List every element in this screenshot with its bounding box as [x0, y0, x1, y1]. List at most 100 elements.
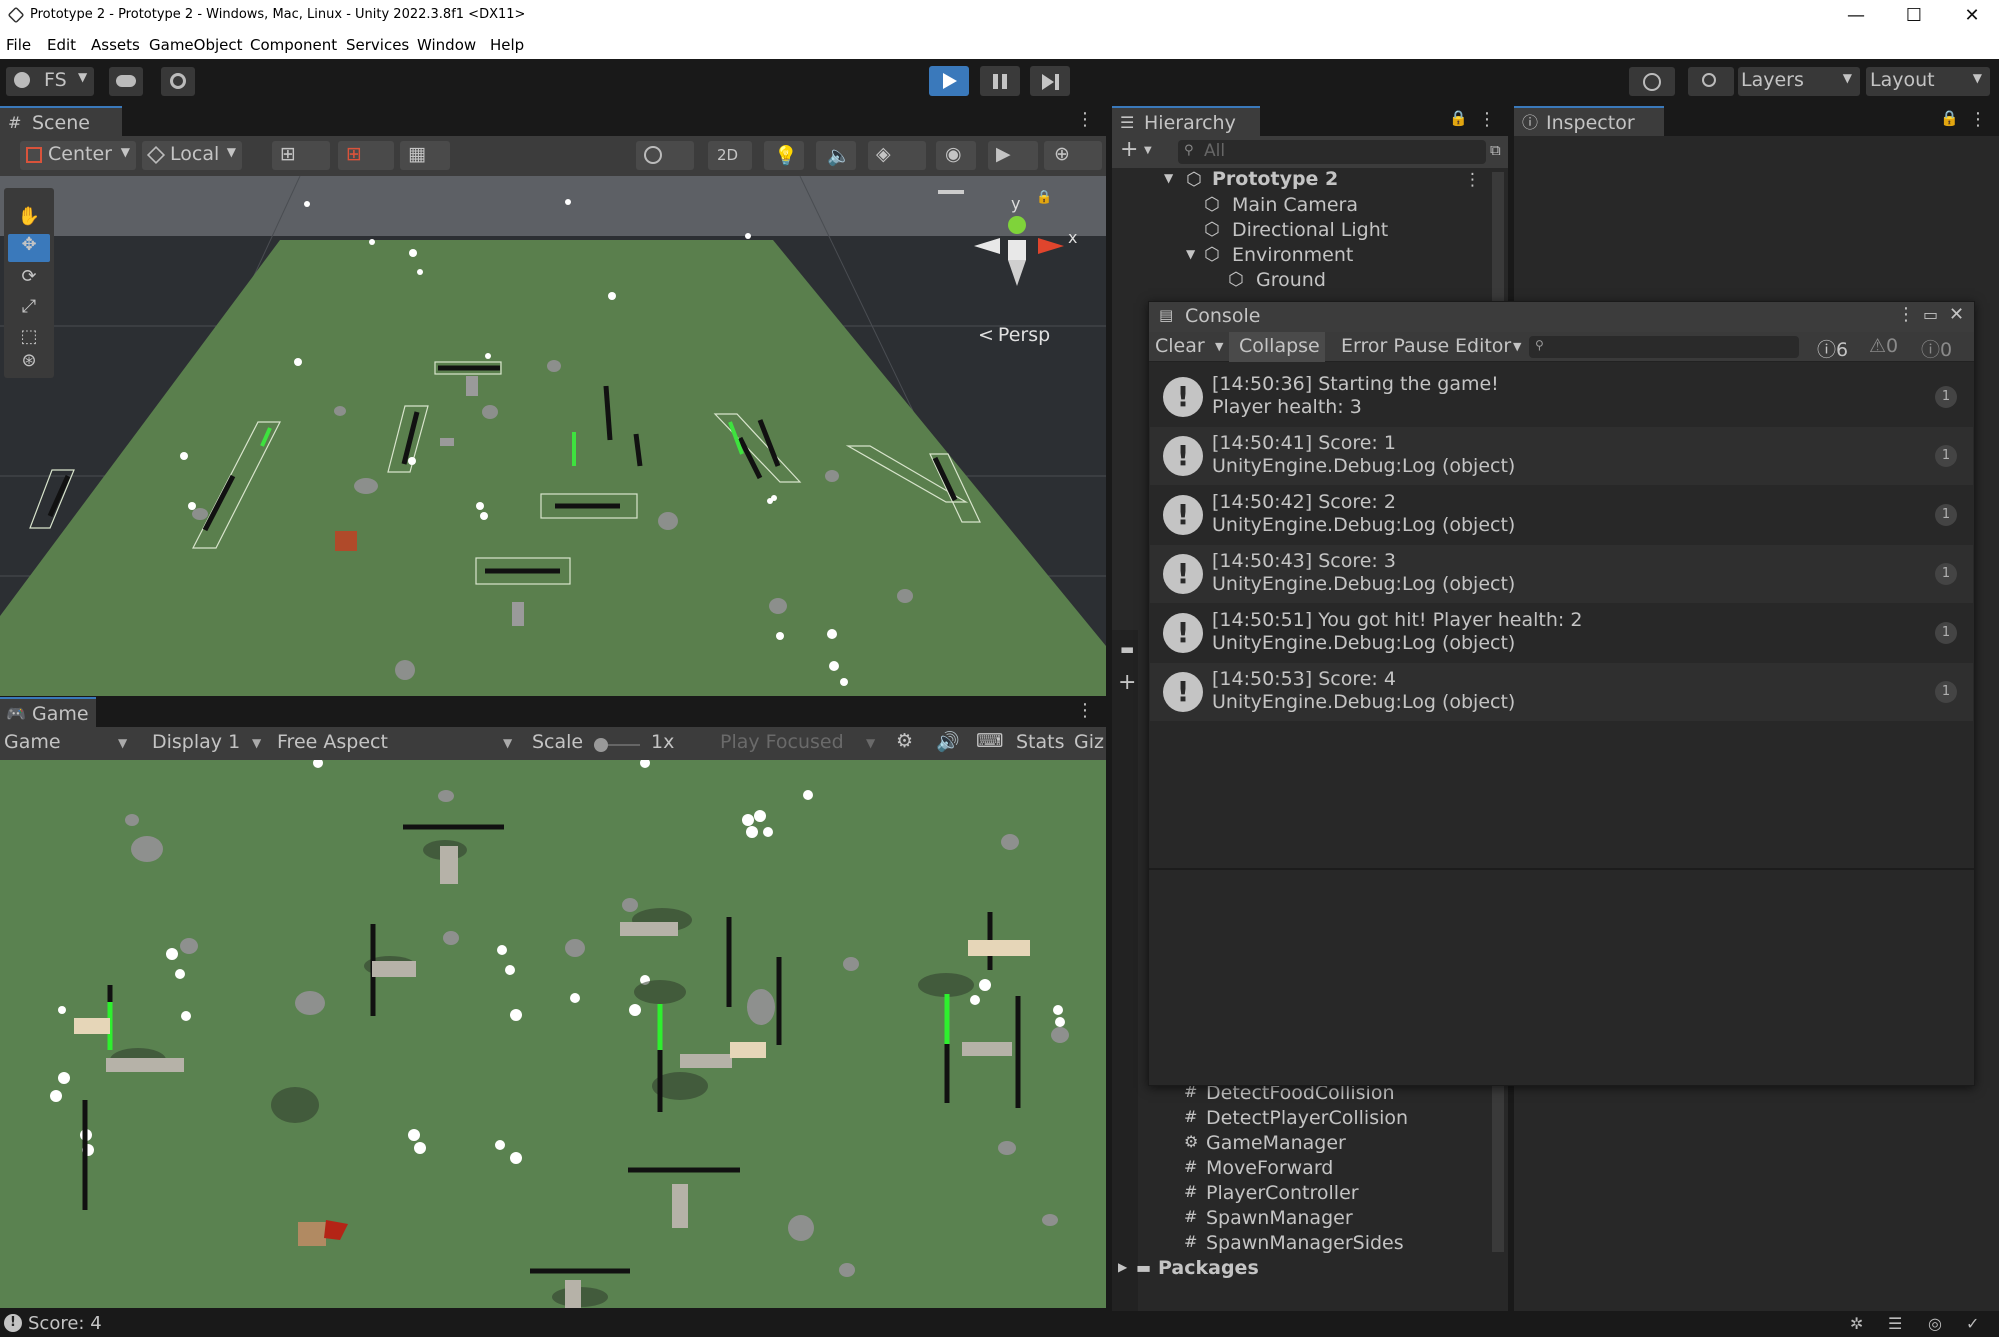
status-message[interactable]: Score: 4	[28, 1313, 102, 1334]
history-button[interactable]	[1629, 67, 1675, 96]
bug-icon[interactable]: ✲	[1850, 1314, 1863, 1333]
maximize-button[interactable]: ☐	[1885, 0, 1943, 31]
view-dropdown[interactable]: Game ▼	[4, 731, 134, 753]
gizmo-neg-y-axis[interactable]	[1008, 260, 1026, 286]
audio-icon[interactable]: 🔊	[936, 730, 960, 753]
chevron-down-icon[interactable]: ▼	[1215, 340, 1223, 353]
stats-button[interactable]: Stats	[1016, 731, 1065, 753]
log-filter-toggle[interactable]: ⓘ6	[1817, 335, 1848, 362]
error-filter-toggle[interactable]: ⓘ0	[1921, 335, 1952, 362]
progress-icon[interactable]: ◎	[1928, 1314, 1942, 1333]
menu-services[interactable]: Services	[346, 36, 409, 54]
gizmo-neg-x-axis[interactable]	[974, 238, 1000, 254]
lock-icon[interactable]: 🔒	[1449, 109, 1468, 127]
scene-visibility-toggle[interactable]: ◉	[936, 141, 976, 170]
lock-icon[interactable]: 🔒	[1036, 190, 1052, 205]
grid-visibility-button[interactable]: ▦	[400, 141, 450, 170]
add-icon[interactable]: +	[1118, 670, 1136, 695]
gizmos-dropdown[interactable]: ⊕	[1044, 141, 1102, 170]
menu-gameobject[interactable]: GameObject	[149, 36, 243, 54]
2d-toggle[interactable]: 2D	[708, 141, 752, 170]
slider-thumb[interactable]	[594, 738, 608, 752]
layout-dropdown[interactable]: Layout ▼	[1866, 67, 1990, 96]
console-entry[interactable]: ! [14:50:36] Starting the game! Player h…	[1150, 368, 1973, 426]
play-focused-dropdown[interactable]: Play Focused ▼	[720, 731, 882, 753]
effects-dropdown[interactable]: ◈	[868, 141, 926, 170]
rotate-tool-icon[interactable]: ⟳	[8, 266, 50, 290]
cloud-button[interactable]	[109, 67, 143, 96]
collapse-toggle[interactable]: Collapse	[1239, 335, 1320, 357]
scale-tool-icon[interactable]: ⤢	[8, 296, 50, 320]
tab-scene[interactable]: # Scene	[0, 106, 122, 136]
play-button[interactable]	[929, 66, 969, 96]
bug-icon[interactable]: ⚙	[896, 730, 913, 752]
game-viewport[interactable]	[0, 760, 1106, 1308]
menu-help[interactable]: Help	[490, 36, 524, 54]
console-entry[interactable]: ! [14:50:42] Score: 2 UnityEngine.Debug:…	[1150, 486, 1973, 544]
lighting-toggle[interactable]: 💡	[764, 141, 804, 170]
pause-button[interactable]	[980, 66, 1020, 96]
more-options-icon[interactable]: ⋮	[1478, 109, 1496, 130]
console-entry[interactable]: ! [14:50:53] Score: 4 UnityEngine.Debug:…	[1150, 663, 1973, 721]
menu-file[interactable]: File	[6, 36, 31, 54]
add-icon[interactable]: +	[1120, 137, 1138, 162]
close-icon[interactable]: ✕	[1949, 304, 1964, 325]
more-options-icon[interactable]: ⋮	[1076, 109, 1094, 130]
step-button[interactable]	[1030, 66, 1070, 96]
console-entry[interactable]: ! [14:50:43] Score: 3 UnityEngine.Debug:…	[1150, 545, 1973, 603]
project-scrollbar[interactable]	[1492, 1082, 1504, 1252]
collab-button[interactable]	[161, 67, 195, 96]
camera-dropdown[interactable]: ▶	[988, 141, 1038, 170]
layers-dropdown[interactable]: Layers ▼	[1738, 67, 1860, 96]
space-dropdown[interactable]: Local ▼	[142, 141, 242, 170]
grid-snapping-button[interactable]: ⊞	[272, 141, 330, 170]
console-entry[interactable]: ! [14:50:51] You got hit! Player health:…	[1150, 604, 1973, 662]
account-dropdown[interactable]: FS ▼	[6, 67, 94, 96]
gizmo-x-axis[interactable]	[1038, 238, 1064, 254]
menu-edit[interactable]: Edit	[47, 36, 76, 54]
minimize-button[interactable]: —	[1827, 0, 1885, 31]
more-options-icon[interactable]: ⋮	[1969, 109, 1987, 130]
warning-filter-toggle[interactable]: ⚠0	[1869, 335, 1898, 357]
keyboard-icon[interactable]: ⌨	[976, 730, 1003, 752]
aspect-dropdown[interactable]: Free Aspect ▼	[277, 731, 517, 753]
hierarchy-scrollbar[interactable]	[1492, 172, 1504, 302]
scene-filter-icon[interactable]: ⧉	[1490, 141, 1501, 159]
scene-viewport[interactable]: ✋ ✥ ⟳ ⤢ ⬚ ⊛ y x 🔒 < Persp	[0, 176, 1106, 696]
editor-dropdown[interactable]: Editor	[1455, 335, 1511, 357]
console-entry[interactable]: ! [14:50:41] Score: 1 UnityEngine.Debug:…	[1150, 427, 1973, 485]
search-button[interactable]	[1688, 67, 1734, 96]
draw-mode-dropdown[interactable]	[636, 141, 694, 170]
pivot-dropdown[interactable]: Center ▼	[20, 141, 136, 170]
more-options-icon[interactable]: ⋮	[1897, 304, 1915, 325]
chevron-down-icon[interactable]: ▼	[1144, 145, 1152, 156]
clear-button[interactable]: Clear	[1155, 335, 1205, 357]
more-options-icon[interactable]: ⋮	[1076, 700, 1094, 721]
cache-server-icon[interactable]: ☰	[1888, 1314, 1902, 1333]
hand-tool-icon[interactable]: ✋	[8, 206, 50, 230]
more-options-icon[interactable]: ⋮	[1464, 170, 1481, 190]
close-window-button[interactable]: ✕	[1943, 0, 1999, 31]
hierarchy-search-input[interactable]: ⚲ All	[1178, 140, 1486, 164]
gizmo-center[interactable]	[1008, 240, 1026, 260]
audio-toggle[interactable]: 🔈	[816, 141, 856, 170]
gizmo-y-axis[interactable]	[1008, 216, 1026, 234]
console-search-input[interactable]: ⚲	[1529, 336, 1799, 358]
tab-inspector[interactable]: ⓘ Inspector	[1514, 106, 1664, 136]
menu-assets[interactable]: Assets	[91, 36, 140, 54]
display-dropdown[interactable]: Display 1 ▼	[152, 731, 266, 753]
menu-component[interactable]: Component	[250, 36, 337, 54]
gizmos-button[interactable]: Giz	[1074, 731, 1104, 753]
move-tool-icon[interactable]: ✥	[8, 234, 50, 262]
transform-tool-icon[interactable]: ⊛	[8, 350, 50, 374]
maximize-icon[interactable]: ▭	[1923, 305, 1938, 324]
tab-hierarchy[interactable]: ☰ Hierarchy	[1112, 106, 1260, 136]
lock-icon[interactable]: 🔒	[1940, 109, 1959, 127]
overlay-menu-handle-icon[interactable]	[938, 190, 964, 194]
checkmark-icon[interactable]: ✓	[1966, 1314, 1979, 1333]
error-pause-toggle[interactable]: Error Pause	[1341, 335, 1449, 357]
menu-window[interactable]: Window	[417, 36, 476, 54]
tab-game[interactable]: 🎮 Game	[0, 697, 96, 727]
scale-slider[interactable]	[594, 738, 640, 752]
projection-toggle[interactable]: < Persp	[978, 324, 1050, 346]
